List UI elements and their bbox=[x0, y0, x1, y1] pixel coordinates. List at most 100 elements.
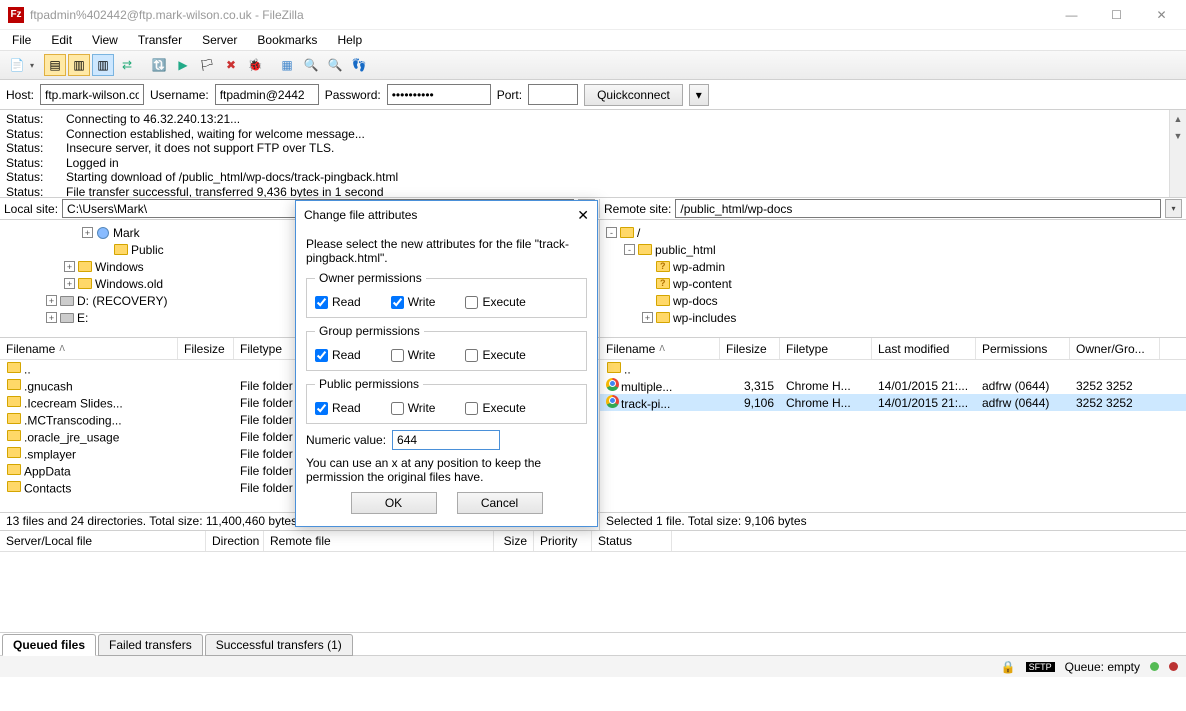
col-header[interactable]: Server/Local file bbox=[0, 531, 206, 551]
tree-item[interactable]: -/ bbox=[602, 224, 1184, 241]
col-header[interactable]: Filename ᐱ bbox=[600, 338, 720, 359]
remote-site-dropdown[interactable]: ▾ bbox=[1165, 199, 1182, 218]
reconnect-icon[interactable]: 🐞 bbox=[244, 54, 266, 76]
remote-site-input[interactable] bbox=[675, 199, 1161, 218]
minimize-button[interactable]: — bbox=[1049, 0, 1094, 30]
menu-bookmarks[interactable]: Bookmarks bbox=[249, 31, 325, 49]
col-header[interactable]: Remote file bbox=[264, 531, 494, 551]
menu-help[interactable]: Help bbox=[329, 31, 370, 49]
col-header[interactable]: Filename ᐱ bbox=[0, 338, 178, 359]
folder-icon bbox=[637, 243, 653, 257]
compare-icon[interactable]: 🔍 bbox=[300, 54, 322, 76]
port-input[interactable] bbox=[528, 84, 578, 105]
tree-item[interactable]: +wp-includes bbox=[602, 309, 1184, 326]
numeric-value-input[interactable] bbox=[392, 430, 500, 450]
perm-read-checkbox[interactable]: Read bbox=[315, 401, 361, 415]
quickconnect-dropdown[interactable]: ▾ bbox=[689, 84, 709, 106]
menu-view[interactable]: View bbox=[84, 31, 126, 49]
queue-body bbox=[0, 552, 1186, 632]
perm-read-checkbox[interactable]: Read bbox=[315, 348, 361, 362]
activity-led-2 bbox=[1169, 662, 1178, 671]
perm-read-checkbox[interactable]: Read bbox=[315, 295, 361, 309]
remote-file-list[interactable]: Filename ᐱFilesizeFiletypeLast modifiedP… bbox=[600, 338, 1186, 512]
close-window-button[interactable]: ✕ bbox=[1139, 0, 1184, 30]
col-header[interactable]: Direction bbox=[206, 531, 264, 551]
folder-icon bbox=[6, 429, 22, 443]
log-scrollbar[interactable]: ▲▼ bbox=[1169, 110, 1186, 197]
menu-server[interactable]: Server bbox=[194, 31, 245, 49]
refresh-icon[interactable]: 🔃 bbox=[148, 54, 170, 76]
col-header[interactable]: Permissions bbox=[976, 338, 1070, 359]
folder-icon bbox=[6, 395, 22, 409]
tab-successful-transfers-[interactable]: Successful transfers (1) bbox=[205, 634, 353, 656]
filter-icon[interactable]: ▦ bbox=[276, 54, 298, 76]
tree-item[interactable]: wp-admin bbox=[602, 258, 1184, 275]
password-input[interactable] bbox=[387, 84, 491, 105]
sitemanager-icon[interactable]: 📄 bbox=[6, 54, 28, 76]
ok-button[interactable]: OK bbox=[351, 492, 437, 514]
col-header[interactable]: Status bbox=[592, 531, 672, 551]
perm-execute-checkbox[interactable]: Execute bbox=[465, 348, 525, 362]
disconnect-icon[interactable]: ✖ bbox=[220, 54, 242, 76]
perm-write-checkbox[interactable]: Write bbox=[391, 401, 436, 415]
port-label: Port: bbox=[497, 88, 522, 102]
person-icon bbox=[95, 226, 111, 240]
col-header[interactable]: Filesize bbox=[178, 338, 234, 359]
cancel-button[interactable]: Cancel bbox=[457, 492, 543, 514]
maximize-button[interactable]: ☐ bbox=[1094, 0, 1139, 30]
perm-execute-checkbox[interactable]: Execute bbox=[465, 401, 525, 415]
perm-write-checkbox[interactable]: Write bbox=[391, 348, 436, 362]
tree-item[interactable]: wp-docs bbox=[602, 292, 1184, 309]
quickconnect-button[interactable]: Quickconnect bbox=[584, 84, 683, 106]
toggle-log-icon[interactable]: ▤ bbox=[44, 54, 66, 76]
col-header[interactable]: Priority bbox=[534, 531, 592, 551]
folder-icon bbox=[6, 446, 22, 460]
remote-site-label: Remote site: bbox=[604, 202, 671, 216]
folderq-icon bbox=[655, 260, 671, 274]
titlebar: Fz ftpadmin%402442@ftp.mark-wilson.co.uk… bbox=[0, 0, 1186, 30]
queue-header: Server/Local fileDirectionRemote fileSiz… bbox=[0, 530, 1186, 552]
chrome-icon bbox=[606, 378, 619, 391]
menu-edit[interactable]: Edit bbox=[43, 31, 80, 49]
host-input[interactable] bbox=[40, 84, 144, 105]
process-queue-icon[interactable]: ▶ bbox=[172, 54, 194, 76]
perm-execute-checkbox[interactable]: Execute bbox=[465, 295, 525, 309]
col-header[interactable]: Filesize bbox=[720, 338, 780, 359]
col-header[interactable]: Size bbox=[494, 531, 534, 551]
local-site-label: Local site: bbox=[4, 202, 58, 216]
toggle-remote-tree-icon[interactable]: ▥ bbox=[92, 54, 114, 76]
tab-failed-transfers[interactable]: Failed transfers bbox=[98, 634, 203, 656]
toggle-queue-icon[interactable]: ⇄ bbox=[116, 54, 138, 76]
folder-icon bbox=[6, 361, 22, 375]
folder-icon bbox=[619, 226, 635, 240]
lock-icon[interactable]: 🔒 bbox=[1001, 660, 1016, 674]
perm-group-title: Owner permissions bbox=[315, 271, 426, 285]
perm-write-checkbox[interactable]: Write bbox=[391, 295, 436, 309]
menu-transfer[interactable]: Transfer bbox=[130, 31, 190, 49]
col-header[interactable]: Filetype bbox=[780, 338, 872, 359]
tree-item[interactable]: wp-content bbox=[602, 275, 1184, 292]
ftp-mode-icon: SFTP bbox=[1026, 662, 1055, 672]
dialog-close-icon[interactable]: ✕ bbox=[577, 207, 589, 224]
list-item[interactable]: track-pi...9,106Chrome H...14/01/2015 21… bbox=[600, 394, 1186, 411]
tab-queued-files[interactable]: Queued files bbox=[2, 634, 96, 656]
menu-file[interactable]: File bbox=[4, 31, 39, 49]
sync-browse-icon[interactable]: 🔍 bbox=[324, 54, 346, 76]
remote-tree[interactable]: -/-public_htmlwp-adminwp-contentwp-docs+… bbox=[600, 220, 1186, 337]
perm-group: Public permissions Read Write Execute bbox=[306, 377, 587, 424]
queue-tabs: Queued filesFailed transfersSuccessful t… bbox=[0, 632, 1186, 655]
drive-icon bbox=[59, 311, 75, 325]
list-item[interactable]: multiple...3,315Chrome H...14/01/2015 21… bbox=[600, 377, 1186, 394]
username-input[interactable] bbox=[215, 84, 319, 105]
chrome-icon bbox=[606, 395, 619, 408]
dialog-hint: You can use an x at any position to keep… bbox=[306, 456, 587, 484]
toggle-local-tree-icon[interactable]: ▥ bbox=[68, 54, 90, 76]
col-header[interactable]: Owner/Gro... bbox=[1070, 338, 1160, 359]
col-header[interactable]: Last modified bbox=[872, 338, 976, 359]
tree-item[interactable]: -public_html bbox=[602, 241, 1184, 258]
menubar: FileEditViewTransferServerBookmarksHelp bbox=[0, 30, 1186, 50]
list-item[interactable]: .. bbox=[600, 360, 1186, 377]
search-icon[interactable]: 👣 bbox=[348, 54, 370, 76]
cancel-icon[interactable]: 🏳 bbox=[196, 54, 218, 76]
numeric-label: Numeric value: bbox=[306, 433, 386, 447]
